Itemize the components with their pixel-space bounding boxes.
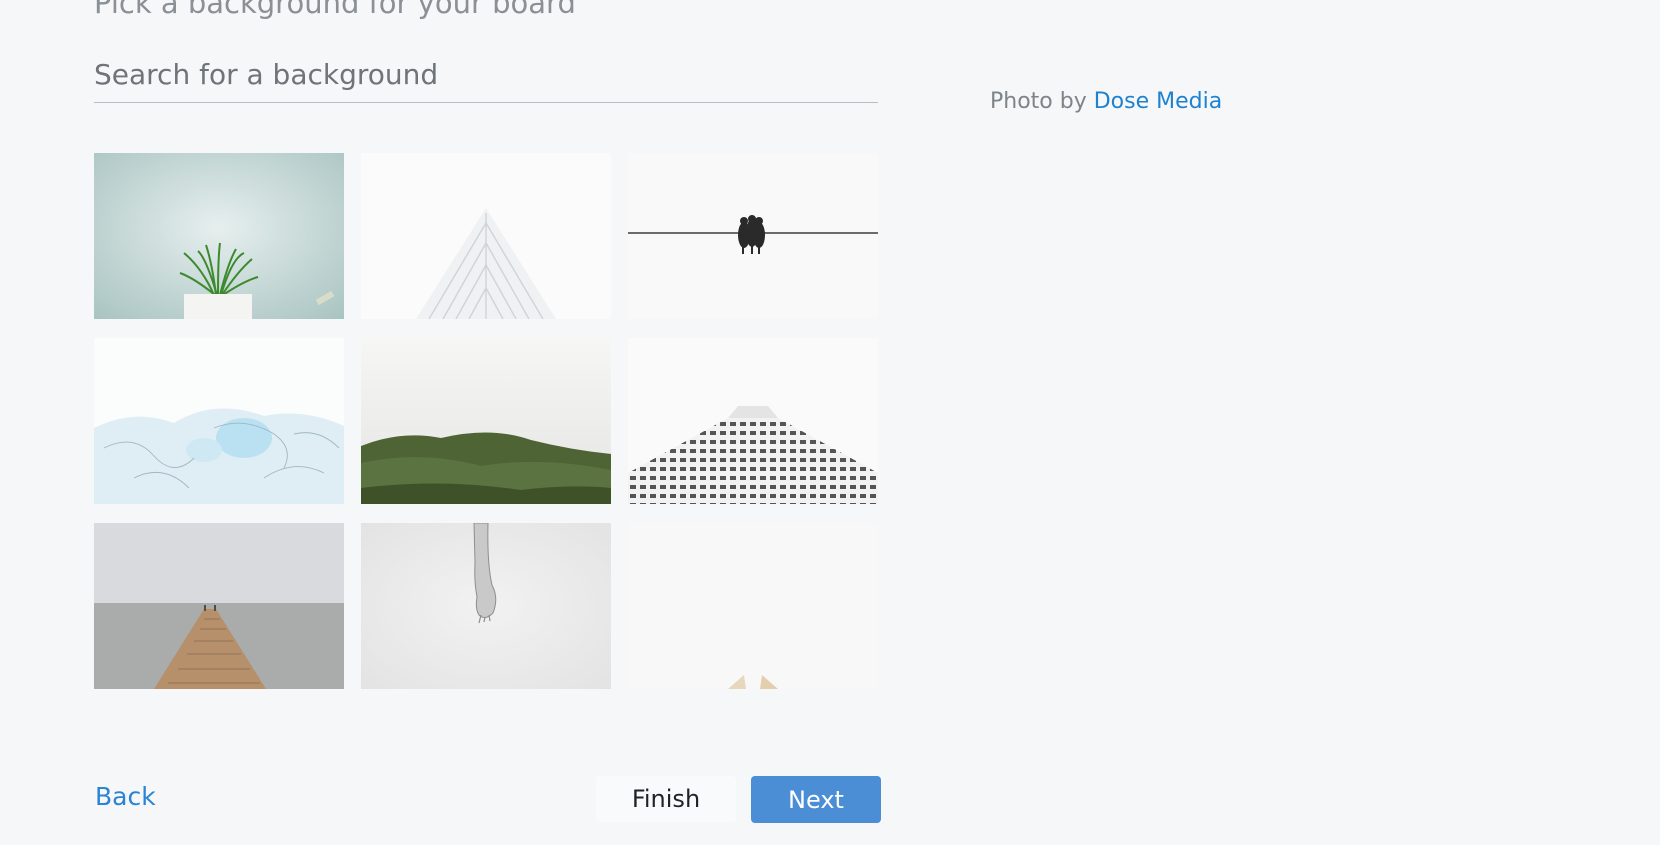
pier-photo xyxy=(94,523,344,689)
back-link[interactable]: Back xyxy=(95,782,156,811)
ice-photo xyxy=(94,338,344,504)
birds-photo xyxy=(628,153,878,319)
background-thumbnail-paper-planes[interactable] xyxy=(628,523,878,689)
background-thumbnail-hand[interactable] xyxy=(361,523,611,689)
search-field[interactable] xyxy=(94,50,878,103)
background-thumbnail-hills[interactable] xyxy=(361,338,611,504)
photo-credit: Photo by Dose Media xyxy=(990,89,1222,114)
page-title: Pick a background for your board xyxy=(94,0,576,20)
search-input[interactable] xyxy=(94,50,878,98)
background-thumbnail-ice[interactable] xyxy=(94,338,344,504)
skyscraper-photo xyxy=(361,153,611,319)
building-photo xyxy=(628,338,878,504)
background-thumbnail-skyscraper[interactable] xyxy=(361,153,611,319)
background-grid xyxy=(94,153,880,689)
finish-button[interactable]: Finish xyxy=(596,776,736,822)
hills-photo xyxy=(361,338,611,504)
photo-author-link[interactable]: Dose Media xyxy=(1094,89,1222,114)
paper-planes-photo xyxy=(628,523,878,689)
background-thumbnail-building[interactable] xyxy=(628,338,878,504)
background-thumbnail-pier[interactable] xyxy=(94,523,344,689)
photo-credit-prefix: Photo by xyxy=(990,89,1094,114)
background-thumbnail-birds[interactable] xyxy=(628,153,878,319)
background-thumbnail-plant[interactable] xyxy=(94,153,344,319)
next-button[interactable]: Next xyxy=(751,776,881,823)
plant-photo xyxy=(94,153,344,319)
hand-photo xyxy=(361,523,611,689)
